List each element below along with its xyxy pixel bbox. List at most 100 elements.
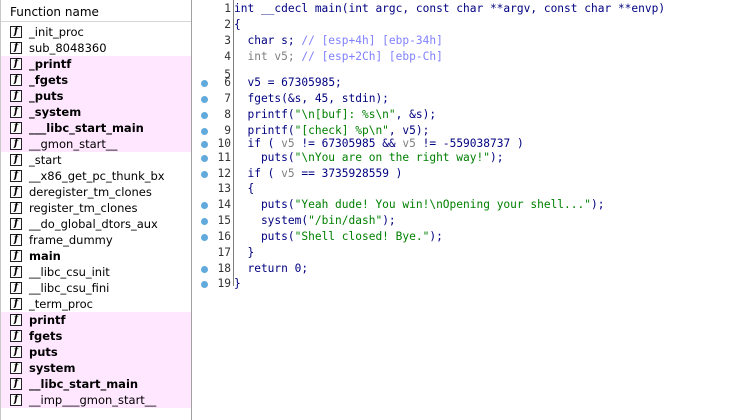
code-token: , &s); xyxy=(395,108,437,121)
code-line[interactable]: 18 return 0; xyxy=(193,261,747,277)
function-list-item[interactable]: f register_tm_clones xyxy=(1,200,191,216)
function-name-label: printf xyxy=(29,313,66,327)
code-line[interactable]: 17 } xyxy=(193,245,747,261)
code-line[interactable]: 8 printf("\n[buf]: %s\n", &s); xyxy=(193,107,747,123)
function-icon: f xyxy=(10,170,22,182)
function-list-item[interactable]: f _printf xyxy=(1,56,191,72)
function-name-label: deregister_tm_clones xyxy=(29,185,152,199)
code-line[interactable]: 16 puts("Shell closed! Bye."); xyxy=(193,229,747,245)
function-list-item[interactable]: f sub_8048360 xyxy=(1,40,191,56)
function-list-item[interactable]: f __gmon_start__ xyxy=(1,136,191,152)
code-line[interactable]: 1 int __cdecl main(int argc, const char *… xyxy=(193,1,747,17)
code-text: puts("\nYou are on the right way!"); xyxy=(234,150,504,166)
function-list-item[interactable]: f __x86_get_pc_thunk_bx xyxy=(1,168,191,184)
function-name-label: system xyxy=(29,361,76,375)
code-token: v5 xyxy=(402,137,416,150)
code-token: == 3735928559 ) xyxy=(294,167,403,180)
code-token: // [esp+2Ch] [ebp-Ch] xyxy=(301,50,443,63)
breakpoint-dot-icon[interactable] xyxy=(201,96,208,103)
code-token: puts( xyxy=(234,151,295,164)
function-name-header[interactable]: Function name xyxy=(1,0,191,22)
function-list: f _init_proc f sub_8048360 f _printf f _fgets f _… xyxy=(1,24,191,408)
breakpoint-dot-icon[interactable] xyxy=(201,218,208,225)
breakpoint-dot-icon[interactable] xyxy=(201,281,208,288)
function-list-item[interactable]: f _system xyxy=(1,104,191,120)
code-line[interactable]: 12 if ( v5 == 3735928559 ) xyxy=(193,166,747,182)
function-list-item[interactable]: f __libc_start_main xyxy=(1,376,191,392)
breakpoint-dot-icon[interactable] xyxy=(201,112,208,119)
function-name-label: _printf xyxy=(29,57,72,71)
function-icon: f xyxy=(10,218,22,230)
code-token: v5 xyxy=(247,76,261,89)
breakpoint-dot-icon[interactable] xyxy=(201,141,208,148)
function-icon: f xyxy=(10,330,22,342)
code-line[interactable]: 15 system("/bin/dash"); xyxy=(193,213,747,229)
function-name-label: __libc_start_main xyxy=(29,377,139,391)
function-list-item[interactable]: f _term_proc xyxy=(1,296,191,312)
function-list-item[interactable]: f ___libc_start_main xyxy=(1,120,191,136)
function-list-item[interactable]: f _init_proc xyxy=(1,24,191,40)
function-list-item[interactable]: f __do_global_dtors_aux xyxy=(1,216,191,232)
code-line[interactable]: 6 v5 = 67305985; xyxy=(193,75,747,91)
function-name-label: _term_proc xyxy=(29,297,93,311)
code-token: fgets(&s, 45, stdin); xyxy=(234,92,389,105)
code-token: { xyxy=(234,18,241,31)
code-token: "/bin/dash" xyxy=(308,214,383,227)
code-line[interactable]: 3 char s; // [esp+4h] [ebp-34h] xyxy=(193,33,747,49)
line-number: 6 xyxy=(224,76,231,89)
line-number: 18 xyxy=(217,262,231,275)
function-icon: f xyxy=(10,138,22,150)
function-icon: f xyxy=(10,26,22,38)
function-list-item[interactable]: f system xyxy=(1,360,191,376)
breakpoint-dot-icon[interactable] xyxy=(201,202,208,209)
function-list-item[interactable]: f __imp___gmon_start__ xyxy=(1,392,191,408)
pseudocode-view[interactable]: 1 int __cdecl main(int argc, const char *… xyxy=(193,0,747,420)
code-token: "\n[buf]: %s\n" xyxy=(294,108,396,121)
code-token: "\nYou are on the right way!" xyxy=(294,151,490,164)
function-list-item[interactable]: f _puts xyxy=(1,88,191,104)
code-text: } xyxy=(234,276,241,292)
code-token: system( xyxy=(234,214,309,227)
breakpoint-dot-icon[interactable] xyxy=(201,266,208,273)
breakpoint-dot-icon[interactable] xyxy=(201,128,208,135)
code-line[interactable]: 11 puts("\nYou are on the right way!"); xyxy=(193,150,747,166)
function-list-item[interactable]: f printf xyxy=(1,312,191,328)
function-list-item[interactable]: f puts xyxy=(1,344,191,360)
breakpoint-dot-icon[interactable] xyxy=(201,171,208,178)
code-text: printf("\n[buf]: %s\n", &s); xyxy=(234,107,436,123)
code-token: if ( xyxy=(234,167,282,180)
code-text: puts("Yeah dude! You win!\nOpening your … xyxy=(234,197,605,213)
function-list-item[interactable]: f frame_dummy xyxy=(1,232,191,248)
breakpoint-dot-icon[interactable] xyxy=(201,155,208,162)
code-line[interactable]: 7 fgets(&s, 45, stdin); xyxy=(193,91,747,107)
code-token: int __cdecl main(int argc, const char **… xyxy=(234,2,666,15)
function-list-item[interactable]: f main xyxy=(1,248,191,264)
line-number: 7 xyxy=(224,92,231,105)
line-number: 15 xyxy=(217,214,231,227)
function-name-label: _init_proc xyxy=(29,25,84,39)
code-line[interactable]: 19} xyxy=(193,276,747,292)
code-text: if ( v5 == 3735928559 ) xyxy=(234,166,402,182)
line-number: 13 xyxy=(217,182,231,195)
code-line[interactable]: 4 int v5; // [esp+2Ch] [ebp-Ch] xyxy=(193,49,747,65)
function-icon: f xyxy=(10,186,22,198)
function-icon: f xyxy=(10,122,22,134)
code-line[interactable]: 13 { xyxy=(193,181,747,197)
function-list-item[interactable]: f __libc_csu_init xyxy=(1,264,191,280)
breakpoint-dot-icon[interactable] xyxy=(201,234,208,241)
function-icon: f xyxy=(10,42,22,54)
code-token: } xyxy=(234,246,255,259)
line-number: 19 xyxy=(217,277,231,290)
code-line[interactable]: 2{ xyxy=(193,17,747,33)
code-line[interactable]: 14 puts("Yeah dude! You win!\nOpening yo… xyxy=(193,197,747,213)
function-list-item[interactable]: f fgets xyxy=(1,328,191,344)
function-list-item[interactable]: f deregister_tm_clones xyxy=(1,184,191,200)
function-list-item[interactable]: f _start xyxy=(1,152,191,168)
function-icon: f xyxy=(10,90,22,102)
line-number: 1 xyxy=(224,2,231,15)
code-token: "Yeah dude! You win!\nOpening your shell… xyxy=(294,198,591,211)
function-list-item[interactable]: f _fgets xyxy=(1,72,191,88)
function-list-item[interactable]: f __libc_csu_fini xyxy=(1,280,191,296)
breakpoint-dot-icon[interactable] xyxy=(201,80,208,87)
